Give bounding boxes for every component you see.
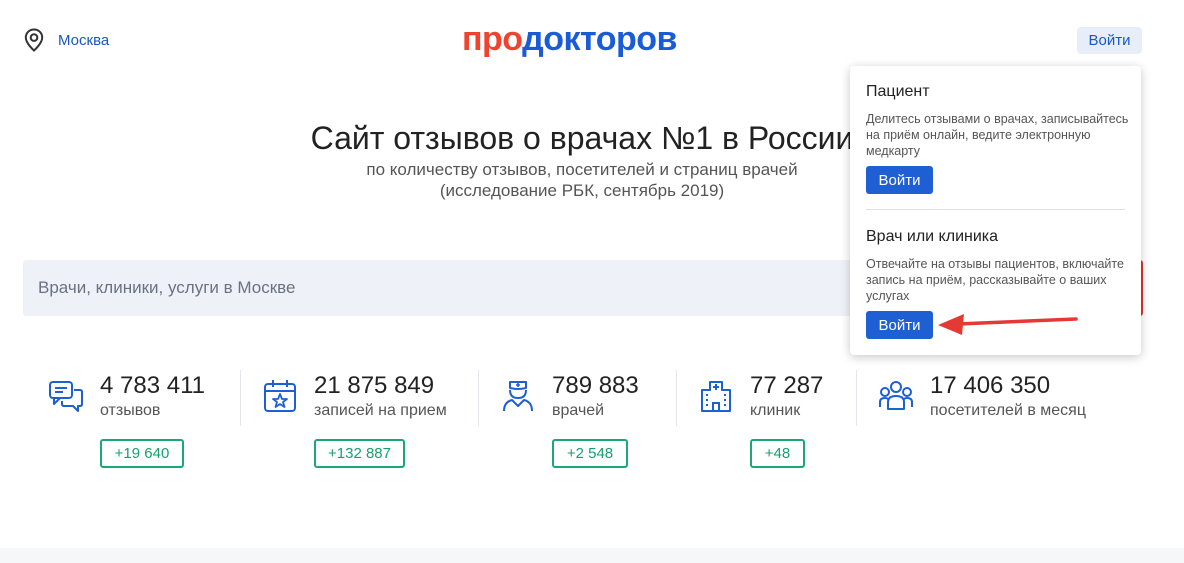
stat-number: 789 883	[552, 372, 639, 399]
patient-description: Делитесь отзывами о врачах, записывайтес…	[866, 112, 1129, 158]
calendar-star-icon	[264, 380, 296, 412]
stat-number: 4 783 411	[100, 372, 205, 399]
chat-bubbles-icon	[49, 381, 83, 412]
patient-login-button[interactable]: Войти	[866, 166, 933, 194]
stat-delta-badge: +19 640	[100, 439, 184, 468]
patient-title: Пациент	[866, 83, 930, 100]
hospital-icon	[701, 381, 731, 412]
stat-divider	[676, 370, 677, 426]
doctor-description: Отвечайте на отзывы пациентов, включайте…	[866, 257, 1124, 303]
location-selector[interactable]: Москва	[24, 28, 109, 52]
doctor-title: Врач или клиника	[866, 228, 999, 245]
logo-part-pro: про	[462, 20, 523, 58]
doctor-icon	[503, 381, 533, 412]
stat-label: отзывов	[100, 402, 161, 419]
footer-strip	[0, 548, 1184, 563]
stat-delta-badge: +48	[750, 439, 805, 468]
search-input[interactable]	[23, 260, 823, 316]
stat-number: 17 406 350	[930, 372, 1051, 399]
stat-divider	[478, 370, 479, 426]
stat-divider	[240, 370, 241, 426]
location-pin-icon	[24, 28, 44, 52]
dropdown-divider	[866, 209, 1125, 210]
people-group-icon	[879, 381, 913, 410]
stat-label: врачей	[552, 402, 605, 419]
stat-delta-badge: +132 887	[314, 439, 405, 468]
doctor-login-button[interactable]: Войти	[866, 311, 933, 339]
header-login-button[interactable]: Войти	[1077, 27, 1142, 54]
city-link[interactable]: Москва	[58, 32, 109, 49]
annotation-arrow-icon	[938, 314, 1078, 335]
stat-number: 21 875 849	[314, 372, 435, 399]
stat-number: 77 287	[750, 372, 824, 399]
stat-label: записей на прием	[314, 402, 447, 419]
stat-delta-badge: +2 548	[552, 439, 628, 468]
site-logo[interactable]: продокторов	[462, 20, 677, 59]
stat-label: посетителей в месяц	[930, 402, 1086, 419]
stat-label: клиник	[750, 402, 801, 419]
logo-part-doc: докторов	[522, 20, 677, 58]
stat-divider	[856, 370, 857, 426]
